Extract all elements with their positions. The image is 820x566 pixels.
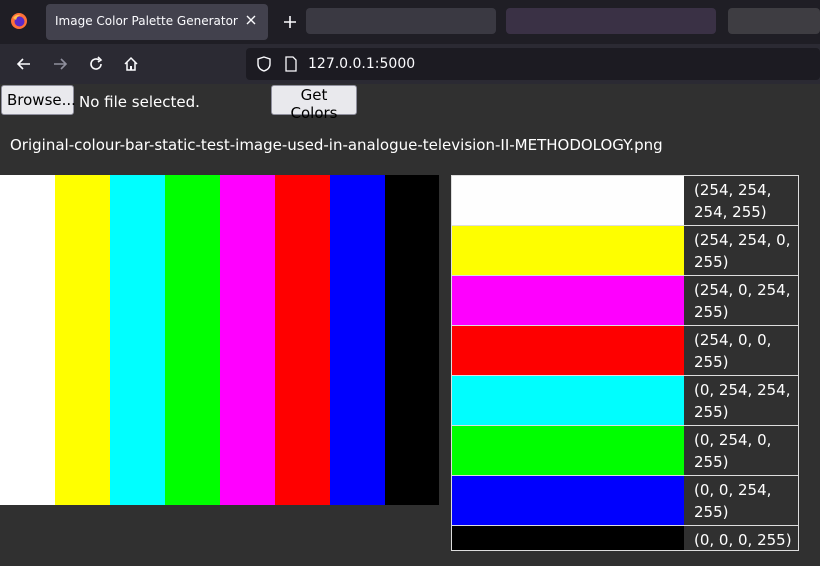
home-icon[interactable]	[121, 54, 141, 74]
palette-row: (0, 254, 254, 255)	[452, 376, 798, 426]
palette-row: (254, 0, 0, 255)	[452, 326, 798, 376]
image-filename: Original-colour-bar-static-test-image-us…	[10, 136, 663, 154]
new-tab-icon[interactable]	[280, 12, 300, 32]
get-colors-button[interactable]: Get Colors	[271, 85, 357, 122]
color-bar	[385, 175, 439, 505]
rgba-value: (0, 254, 254, 255)	[684, 376, 798, 425]
color-swatch	[452, 226, 684, 275]
rgba-value: (254, 0, 0, 255)	[684, 326, 798, 375]
palette-row: (0, 0, 0, 255)	[452, 526, 798, 550]
browse-button[interactable]: Browse...	[1, 85, 76, 115]
rgba-value: (0, 0, 254, 255)	[684, 476, 798, 525]
close-icon[interactable]	[242, 11, 260, 29]
palette-row: (0, 254, 0, 255)	[452, 426, 798, 476]
color-swatch	[452, 426, 684, 475]
color-swatch	[452, 526, 684, 550]
reload-icon[interactable]	[86, 54, 106, 74]
color-palette-table: (254, 254, 254, 255) (254, 254, 0, 255) (2…	[451, 175, 799, 551]
color-bar	[330, 175, 385, 505]
shield-icon[interactable]	[256, 56, 272, 72]
navigation-toolbar: 127.0.0.1:5000	[0, 44, 820, 84]
color-bar	[55, 175, 110, 505]
color-bar	[275, 175, 330, 505]
color-swatch	[452, 176, 684, 225]
firefox-icon[interactable]	[10, 12, 28, 30]
color-swatch	[452, 376, 684, 425]
tab-active[interactable]: Image Color Palette Generator	[46, 4, 268, 40]
background-tab[interactable]	[728, 8, 820, 34]
color-swatch	[452, 476, 684, 525]
rgba-value: (254, 254, 0, 255)	[684, 226, 798, 275]
color-bar	[0, 175, 55, 505]
color-bar	[110, 175, 165, 505]
background-tab[interactable]	[506, 8, 716, 34]
page-content: Browse... No file selected. Get Colors O…	[0, 84, 820, 566]
palette-row: (254, 254, 254, 255)	[452, 176, 798, 226]
uploaded-image	[0, 175, 439, 505]
url-text[interactable]: 127.0.0.1:5000	[308, 56, 415, 72]
color-swatch	[452, 276, 684, 325]
color-bar	[220, 175, 275, 505]
file-status-text: No file selected.	[79, 93, 200, 111]
palette-row: (254, 254, 0, 255)	[452, 226, 798, 276]
rgba-value: (254, 0, 254, 255)	[684, 276, 798, 325]
rgba-value: (0, 0, 0, 255)	[684, 526, 798, 550]
color-bar	[165, 175, 220, 505]
forward-arrow-icon[interactable]	[50, 54, 70, 74]
page-icon[interactable]	[284, 56, 298, 72]
palette-row: (0, 0, 254, 255)	[452, 476, 798, 526]
tab-bar: Image Color Palette Generator	[0, 0, 820, 44]
palette-row: (254, 0, 254, 255)	[452, 276, 798, 326]
tab-title: Image Color Palette Generator	[55, 14, 238, 28]
rgba-value: (0, 254, 0, 255)	[684, 426, 798, 475]
rgba-value: (254, 254, 254, 255)	[684, 176, 798, 225]
color-swatch	[452, 326, 684, 375]
back-arrow-icon[interactable]	[14, 54, 34, 74]
url-bar[interactable]: 127.0.0.1:5000	[246, 48, 820, 80]
background-tab[interactable]	[306, 8, 496, 34]
